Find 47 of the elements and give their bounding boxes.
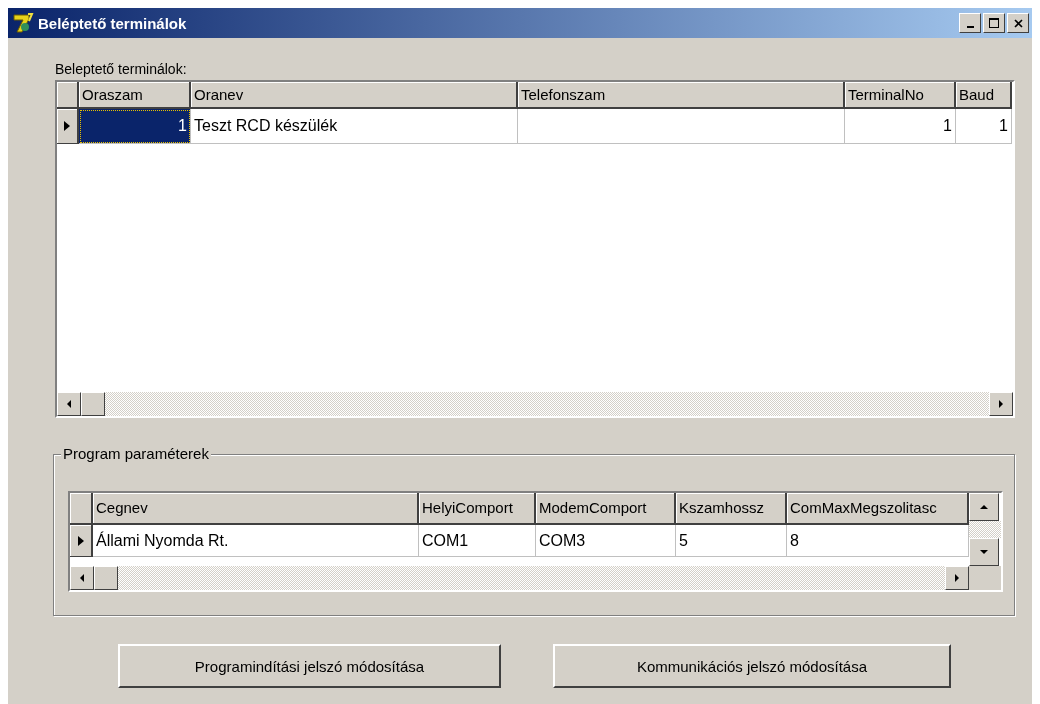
table-cell: Állami Nyomda Rt. [93,525,419,557]
scroll-right-button[interactable] [989,392,1013,416]
grid-label: Beleptető terminálok: [55,60,188,79]
scroll-thumb[interactable] [81,392,105,416]
arrow-down-icon [979,548,989,556]
table-cell: 1 [79,109,191,144]
arrow-up-icon [979,503,989,511]
close-icon [1013,18,1023,28]
maximize-button[interactable] [983,13,1005,33]
table-cell: Teszt RCD készülék [191,109,518,144]
scrollbar-corner [969,566,1001,590]
arrow-right-icon [953,573,961,583]
column-header[interactable]: HelyiComport [419,493,536,525]
vertical-scrollbar[interactable] [969,493,1001,566]
window-title: Beléptető terminálok [38,14,188,32]
column-header[interactable]: ComMaxMegszolitasc [787,493,969,525]
column-header[interactable]: ModemComport [536,493,676,525]
minimize-icon [966,26,974,28]
action-button[interactable]: Kommunikációs jelszó módosítása [553,644,951,688]
table-cell: 1 [845,109,956,144]
minimize-button[interactable] [959,13,981,33]
scroll-up-button[interactable] [969,493,999,521]
table-cell: COM3 [536,525,676,557]
table-cell: 5 [676,525,787,557]
column-header[interactable]: TerminalNo [845,82,956,109]
group-title: Program paraméterek [61,445,211,462]
arrow-right-icon [997,399,1005,409]
scroll-thumb[interactable] [94,566,118,590]
scroll-right-button[interactable] [945,566,969,590]
arrow-left-icon [65,399,73,409]
column-header[interactable]: Baud [956,82,1012,109]
maximize-icon [989,18,999,28]
scroll-track [969,521,1001,538]
close-button[interactable] [1007,13,1029,33]
scroll-left-button[interactable] [57,392,81,416]
column-header[interactable]: Telefonszam [518,82,845,109]
arrow-left-icon [78,573,86,583]
action-button[interactable]: Programindítási jelszó módosítása [118,644,501,688]
column-header[interactable]: Oraszam [79,82,191,109]
scroll-left-button[interactable] [70,566,94,590]
column-header[interactable]: Kszamhossz [676,493,787,525]
column-header[interactable]: Oranev [191,82,518,109]
column-header[interactable]: Cegnev [93,493,419,525]
table-cell: COM1 [419,525,536,557]
app-logo-icon [12,12,34,34]
table-cell: 1 [956,109,1012,144]
scroll-down-button[interactable] [969,538,999,566]
